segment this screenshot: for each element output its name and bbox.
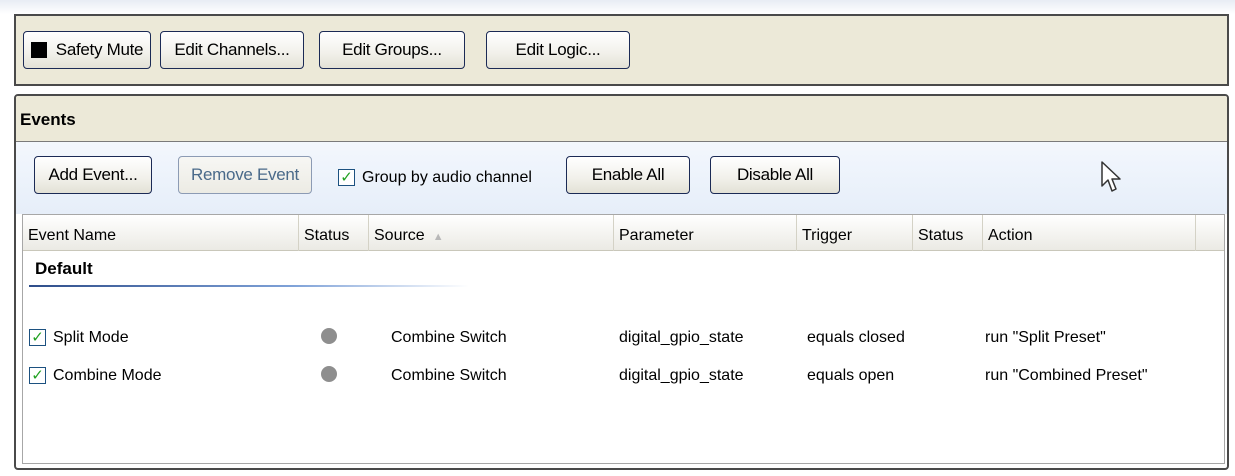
events-panel: Events Add Event... Remove Event ✓ Group…	[14, 94, 1229, 470]
event-action: run "Combined Preset"	[985, 367, 1148, 384]
column-header-trigger[interactable]: Trigger	[797, 215, 913, 251]
sort-ascending-icon: ▲	[432, 231, 444, 243]
main-toolbar: Safety Mute Edit Channels... Edit Groups…	[14, 14, 1229, 86]
column-header-action[interactable]: Action	[983, 215, 1196, 251]
row-enabled-checkbox[interactable]: ✓	[29, 329, 46, 346]
mute-indicator-icon	[30, 42, 47, 58]
table-header-row: Event Name Status Source ▲ Parameter Trig…	[23, 215, 1224, 251]
status-dot-icon	[321, 328, 337, 344]
enable-all-label: Enable All	[591, 165, 665, 184]
event-parameter: digital_gpio_state	[619, 367, 744, 384]
disable-all-label: Disable All	[736, 165, 814, 184]
enable-all-button[interactable]: Enable All	[566, 156, 690, 194]
event-trigger: equals open	[807, 367, 895, 384]
column-header-event-name[interactable]: Event Name	[23, 215, 299, 251]
column-header-source-label: Source	[374, 227, 425, 244]
event-source: Combine Switch	[391, 329, 507, 346]
column-header-parameter[interactable]: Parameter	[614, 215, 797, 251]
mouse-pointer-icon	[1101, 161, 1121, 192]
event-trigger: equals closed	[807, 329, 905, 346]
add-event-button[interactable]: Add Event...	[34, 156, 152, 194]
edit-channels-label: Edit Channels...	[174, 40, 290, 59]
events-table: Event Name Status Source ▲ Parameter Trig…	[22, 214, 1225, 464]
events-toolbar: Add Event... Remove Event ✓ Group by aud…	[16, 142, 1227, 214]
checkmark-icon: ✓	[31, 367, 44, 384]
event-action: run "Split Preset"	[985, 329, 1106, 346]
edit-groups-button[interactable]: Edit Groups...	[319, 31, 465, 69]
event-name: Combine Mode	[53, 367, 162, 384]
column-header-trigger-status[interactable]: Status	[913, 215, 983, 251]
remove-event-label: Remove Event	[191, 165, 299, 184]
event-name: Split Mode	[53, 329, 129, 346]
group-by-checkbox[interactable]: ✓	[338, 169, 355, 186]
edit-logic-label: Edit Logic...	[515, 40, 601, 59]
window-top-strip	[0, 0, 1235, 14]
events-panel-title: Events	[16, 96, 1227, 142]
group-by-label: Group by audio channel	[362, 169, 532, 186]
edit-channels-button[interactable]: Edit Channels...	[160, 31, 304, 69]
row-enabled-checkbox[interactable]: ✓	[29, 367, 46, 384]
event-parameter: digital_gpio_state	[619, 329, 744, 346]
safety-mute-label: Safety Mute	[55, 40, 144, 59]
group-title[interactable]: Default	[35, 259, 93, 279]
edit-logic-button[interactable]: Edit Logic...	[486, 31, 630, 69]
remove-event-button[interactable]: Remove Event	[178, 156, 312, 194]
column-header-status[interactable]: Status	[299, 215, 369, 251]
edit-groups-label: Edit Groups...	[342, 40, 442, 59]
add-event-label: Add Event...	[48, 165, 138, 184]
group-underline	[29, 285, 469, 287]
checkmark-icon: ✓	[31, 329, 44, 346]
column-header-source[interactable]: Source ▲	[369, 215, 614, 251]
checkmark-icon: ✓	[340, 169, 353, 186]
disable-all-button[interactable]: Disable All	[710, 156, 840, 194]
event-source: Combine Switch	[391, 367, 507, 384]
status-dot-icon	[321, 366, 337, 382]
safety-mute-button[interactable]: Safety Mute	[23, 31, 151, 69]
